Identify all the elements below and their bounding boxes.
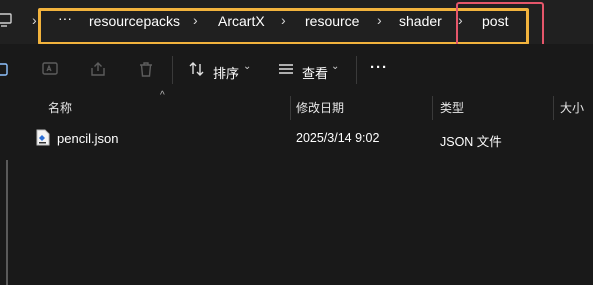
- json-file-icon: [36, 129, 50, 149]
- sort-button[interactable]: 排序: [213, 63, 239, 82]
- navigation-scrollbar[interactable]: [6, 160, 8, 285]
- more-options-button[interactable]: ···: [370, 59, 388, 76]
- column-header-modified[interactable]: 修改日期: [296, 99, 344, 116]
- chevron-down-icon[interactable]: ⌄: [331, 61, 339, 72]
- column-header-size[interactable]: 大小: [560, 99, 584, 116]
- view-button[interactable]: 查看: [302, 63, 328, 82]
- column-header-row: ^ 名称 修改日期 类型 大小: [0, 90, 593, 120]
- column-header-type[interactable]: 类型: [440, 99, 464, 116]
- copy-icon[interactable]: [0, 59, 14, 79]
- chevron-down-icon[interactable]: ⌄: [243, 61, 251, 72]
- column-divider[interactable]: [553, 96, 554, 120]
- sort-icon[interactable]: [187, 59, 207, 79]
- file-type: JSON 文件: [440, 135, 502, 149]
- rename-icon[interactable]: [40, 59, 60, 79]
- command-bar: 排序 ⌄ 查看 ⌄ ···: [0, 44, 593, 98]
- column-header-name[interactable]: 名称: [48, 99, 72, 116]
- column-divider[interactable]: [290, 96, 291, 120]
- file-modified-date: 2025/3/14 9:02: [296, 131, 380, 145]
- column-divider[interactable]: [432, 96, 433, 120]
- chevron-right-icon[interactable]: ›: [32, 12, 37, 28]
- share-icon[interactable]: [88, 59, 108, 79]
- view-list-icon[interactable]: [276, 59, 296, 79]
- toolbar-divider: [172, 56, 173, 84]
- sort-ascending-icon: ^: [160, 90, 165, 101]
- file-name[interactable]: pencil.json: [57, 131, 118, 146]
- toolbar-divider: [356, 56, 357, 84]
- computer-icon[interactable]: [0, 12, 12, 31]
- delete-icon[interactable]: [136, 59, 156, 79]
